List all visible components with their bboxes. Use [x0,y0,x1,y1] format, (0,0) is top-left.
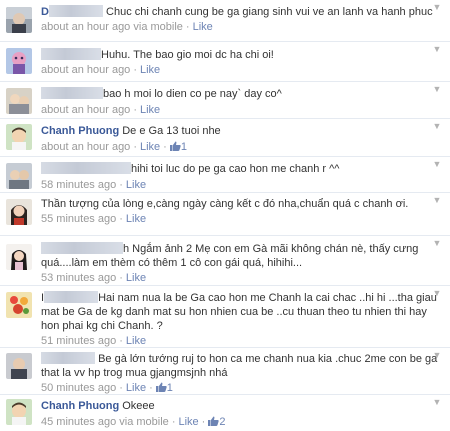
chevron-down-icon[interactable]: ▼ [432,238,442,248]
comment-timestamp[interactable]: about an hour ago [41,104,130,116]
avatar[interactable] [6,399,32,425]
like-count[interactable]: 1 [181,141,187,153]
like-count[interactable]: 1 [167,382,173,394]
like-link[interactable]: Like [126,335,146,347]
thumbs-up-icon[interactable] [169,141,181,151]
chevron-down-icon[interactable]: ▼ [432,84,442,94]
thumbs-up-icon[interactable] [208,416,220,426]
chevron-down-icon[interactable]: ▼ [432,121,442,131]
chevron-down-icon[interactable]: ▼ [432,288,442,298]
comment-text: Thần tượng của lòng e,càng ngày càng kết… [41,198,409,210]
comment-text: Okeee [122,400,155,412]
comment-item: Huhu. The bao gio moi dc ha chi oi! abou… [0,41,450,82]
comment-item: Be gà lớn tướng ruj to hon ca me chanh n… [0,347,450,395]
like-link[interactable]: Like [193,21,213,33]
comment-item: bao h moi lo dien co pe nay` day co^ abo… [0,81,450,119]
comment-timestamp[interactable]: 55 minutes ago [41,213,116,225]
comment-item: h Ngắm ảnh 2 Mẹ con em Gà mãi không chán… [0,235,450,286]
comment-item: D Chuc chi chanh cung be ga giang sinh v… [0,0,450,41]
redacted-author-name[interactable] [44,291,99,303]
comment-timestamp[interactable]: about an hour ago [41,64,130,76]
chevron-down-icon[interactable]: ▼ [432,195,442,205]
comment-item: I Hai nam nua la be Ga cao hon me Chanh l… [0,285,450,348]
redacted-author-name[interactable] [41,352,95,364]
comment-text: bao h moi lo dien co pe nay` day co^ [103,88,282,100]
like-link[interactable]: Like [126,179,146,191]
comment-timestamp[interactable]: 45 minutes ago [41,416,116,428]
avatar[interactable] [6,244,32,270]
chevron-down-icon[interactable]: ▼ [432,159,442,169]
comment-author-link[interactable]: Chanh Phuong [41,400,119,412]
avatar[interactable] [6,124,32,150]
avatar[interactable] [6,292,32,318]
comment-item: Chanh Phuong Okeee 45 minutes ago via mob… [0,394,450,431]
like-count[interactable]: 2 [219,416,225,428]
avatar[interactable] [6,7,32,33]
redacted-author-name[interactable] [41,87,103,99]
chevron-down-icon[interactable]: ▼ [432,44,442,54]
like-link[interactable]: Like [178,416,198,428]
comment-item: hihi toi luc do pe ga cao hon me chanh r… [0,156,450,193]
like-link[interactable]: Like [126,272,146,284]
comment-timestamp[interactable]: 50 minutes ago [41,382,116,394]
avatar[interactable] [6,88,32,114]
redacted-author-name[interactable] [48,5,103,17]
like-link[interactable]: Like [140,141,160,153]
comment-timestamp[interactable]: about an hour ago [41,21,130,33]
comment-text: Huhu. The bao gio moi dc ha chi oi! [101,49,274,61]
like-link[interactable]: Like [140,104,160,116]
comment-text: De e Ga 13 tuoi nhe [122,125,221,137]
redacted-author-name[interactable] [41,48,101,60]
redacted-author-name[interactable] [41,242,123,254]
comment-timestamp[interactable]: about an hour ago [41,141,130,153]
like-link[interactable]: Like [126,213,146,225]
via-mobile[interactable]: via mobile [119,416,169,428]
chevron-down-icon[interactable]: ▼ [432,350,442,360]
redacted-author-name[interactable] [41,162,131,174]
comment-item: Chanh Phuong De e Ga 13 tuoi nhe about an… [0,118,450,157]
like-link[interactable]: Like [140,64,160,76]
comment-timestamp[interactable]: 58 minutes ago [41,179,116,191]
avatar[interactable] [6,163,32,189]
like-link[interactable]: Like [126,382,146,394]
comment-text: hihi toi luc do pe ga cao hon me chanh r… [131,163,340,175]
comment-text: Hai nam nua la be Ga cao hon me Chanh la… [41,292,437,332]
avatar[interactable] [6,199,32,225]
thumbs-up-icon[interactable] [155,382,167,392]
via-mobile[interactable]: via mobile [133,21,183,33]
comment-timestamp[interactable]: 51 minutes ago [41,335,116,347]
comment-item: Thần tượng của lòng e,càng ngày càng kết… [0,192,450,236]
comment-text: Chuc chi chanh cung be ga giang sinh vui… [106,6,433,18]
comment-text: Be gà lớn tướng ruj to hon ca me chanh n… [41,353,438,379]
comment-author-link[interactable]: Chanh Phuong [41,125,119,137]
avatar[interactable] [6,353,32,379]
comment-timestamp[interactable]: 53 minutes ago [41,272,116,284]
chevron-down-icon[interactable]: ▼ [432,397,442,407]
avatar[interactable] [6,48,32,74]
chevron-down-icon[interactable]: ▼ [432,2,442,12]
